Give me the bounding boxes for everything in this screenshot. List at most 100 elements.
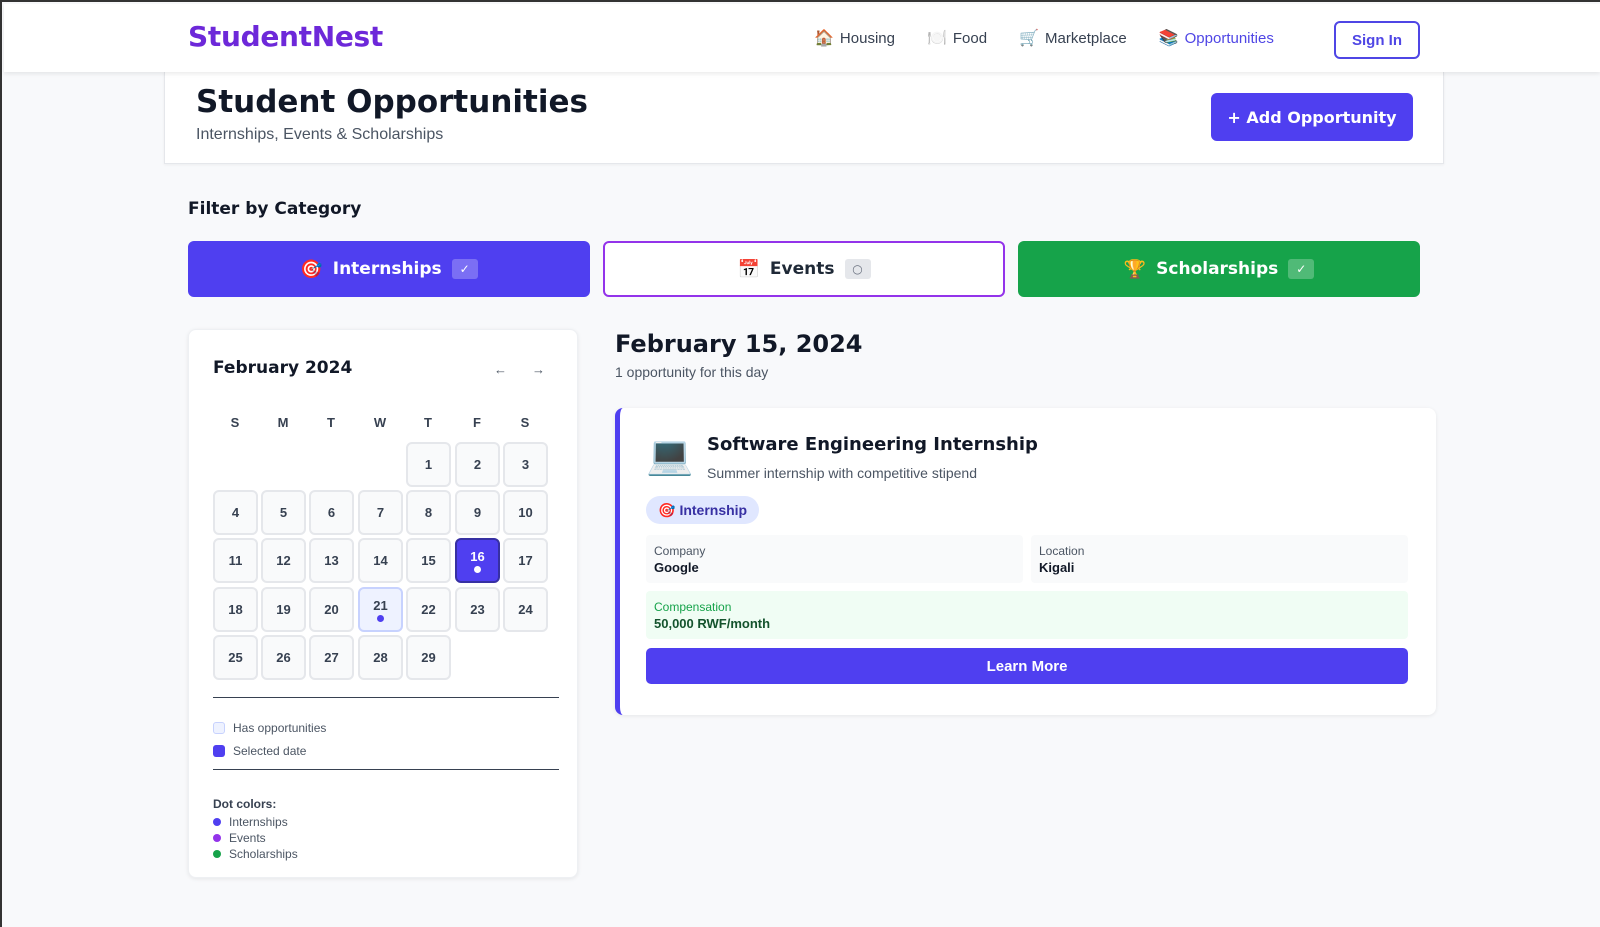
filter-internships-button[interactable]: 🎯 Internships ✓ bbox=[188, 241, 590, 297]
prev-month-arrow-icon[interactable]: ← bbox=[494, 362, 507, 377]
dot-legend-item: Internships bbox=[213, 815, 288, 829]
day-number: 23 bbox=[470, 602, 485, 617]
calendar-divider bbox=[213, 769, 559, 770]
color-dot bbox=[213, 834, 221, 842]
filter-events-button[interactable]: 📅 Events ○ bbox=[603, 241, 1005, 297]
filter-label: Events bbox=[769, 259, 835, 279]
books-icon: 📚 bbox=[1158, 30, 1179, 47]
day-number: 26 bbox=[276, 650, 291, 665]
navbar: StudentNest 🏠 Housing 🍽️ Food 🛒 Marketplace 📚 O… bbox=[4, 4, 1600, 72]
location-value: Kigali bbox=[1039, 560, 1075, 575]
calendar-day[interactable]: 23 bbox=[455, 587, 500, 632]
dot-legend-item: Scholarships bbox=[213, 847, 298, 861]
day-number: 27 bbox=[324, 650, 339, 665]
page-header: Student Opportunities Internships, Event… bbox=[164, 72, 1444, 164]
day-number: 24 bbox=[518, 602, 533, 617]
calendar-day[interactable]: 20 bbox=[309, 587, 354, 632]
compensation-value: 50,000 RWF/month bbox=[654, 616, 771, 631]
company-value: Google bbox=[654, 560, 699, 575]
calendar-day[interactable]: 1 bbox=[406, 442, 451, 487]
weekday-header: T bbox=[424, 415, 432, 430]
calendar-day[interactable]: 8 bbox=[406, 490, 451, 535]
calendar-day[interactable]: 29 bbox=[406, 635, 451, 680]
opportunity-title: Software Engineering Internship bbox=[707, 434, 1038, 455]
selected-date-title: February 15, 2024 bbox=[615, 330, 863, 358]
filter-check-icon: ✓ bbox=[451, 259, 478, 279]
day-number: 20 bbox=[324, 602, 339, 617]
day-number: 11 bbox=[228, 553, 243, 568]
nav-link-housing[interactable]: 🏠 Housing bbox=[814, 28, 895, 48]
sign-in-button[interactable]: Sign In bbox=[1334, 21, 1420, 59]
filter-title: Filter by Category bbox=[188, 199, 362, 219]
dot-legend-label: Events bbox=[229, 831, 266, 845]
calendar-day[interactable]: 24 bbox=[503, 587, 548, 632]
laptop-icon: 💻 bbox=[646, 435, 694, 477]
nav-link-opportunities[interactable]: 📚 Opportunities bbox=[1159, 28, 1274, 48]
opportunity-card[interactable]: 💻 Software Engineering Internship Summer… bbox=[615, 408, 1436, 715]
legend-has-opportunities: Has opportunities bbox=[213, 721, 326, 735]
color-dot bbox=[213, 818, 221, 826]
dot-legend-item: Events bbox=[213, 831, 266, 845]
filter-check-icon: ○ bbox=[844, 259, 871, 279]
location-info: Location Kigali bbox=[1031, 535, 1408, 583]
day-number: 25 bbox=[228, 650, 243, 665]
next-month-arrow-icon[interactable]: → bbox=[532, 362, 545, 377]
day-number: 3 bbox=[521, 457, 530, 472]
day-number: 14 bbox=[373, 553, 388, 568]
compensation-label: Compensation bbox=[654, 600, 732, 614]
calendar-day[interactable]: 12 bbox=[261, 538, 306, 583]
nav-link-food[interactable]: 🍽️ Food bbox=[927, 28, 987, 48]
day-number: 19 bbox=[276, 602, 291, 617]
filter-label: Scholarships bbox=[1156, 259, 1279, 279]
calendar-day[interactable]: 15 bbox=[406, 538, 451, 583]
day-number: 10 bbox=[518, 505, 533, 520]
day-number: 29 bbox=[421, 650, 436, 665]
calendar-day[interactable]: 25 bbox=[213, 635, 258, 680]
day-number: 2 bbox=[473, 457, 482, 472]
weekday-header: F bbox=[473, 415, 481, 430]
learn-more-button[interactable]: Learn More bbox=[646, 648, 1408, 684]
calendar-day[interactable]: 13 bbox=[309, 538, 354, 583]
calendar-day[interactable]: 17 bbox=[503, 538, 548, 583]
weekday-header: S bbox=[230, 415, 240, 430]
day-number: 28 bbox=[373, 650, 388, 665]
nav-link-label: Opportunities bbox=[1184, 29, 1274, 47]
calendar-day[interactable]: 19 bbox=[261, 587, 306, 632]
calendar-day[interactable]: 21 bbox=[358, 587, 403, 632]
calendar-day[interactable]: 2 bbox=[455, 442, 500, 487]
weekday-header: T bbox=[327, 415, 335, 430]
calendar-day[interactable]: 6 bbox=[309, 490, 354, 535]
page-title: Student Opportunities bbox=[196, 84, 588, 120]
brand-logo[interactable]: StudentNest bbox=[188, 20, 383, 53]
calendar-day[interactable]: 22 bbox=[406, 587, 451, 632]
nav-link-label: Housing bbox=[839, 29, 895, 47]
calendar-day[interactable]: 10 bbox=[503, 490, 548, 535]
legend-label: Has opportunities bbox=[233, 721, 327, 735]
opportunity-dot bbox=[474, 565, 481, 573]
calendar-day[interactable]: 4 bbox=[213, 490, 258, 535]
nav-link-marketplace[interactable]: 🛒 Marketplace bbox=[1019, 28, 1127, 48]
calendar-day[interactable]: 5 bbox=[261, 490, 306, 535]
dot-legend-label: Scholarships bbox=[229, 847, 298, 861]
calendar-day[interactable]: 18 bbox=[213, 587, 258, 632]
calendar-day[interactable]: 9 bbox=[455, 490, 500, 535]
calendar-day[interactable]: 16 bbox=[455, 538, 500, 583]
day-number: 6 bbox=[327, 505, 336, 520]
calendar-day[interactable]: 7 bbox=[358, 490, 403, 535]
day-number: 8 bbox=[424, 505, 433, 520]
calendar-day[interactable]: 27 bbox=[309, 635, 354, 680]
opportunity-count: 1 opportunity for this day bbox=[615, 364, 769, 380]
calendar-day[interactable]: 11 bbox=[213, 538, 258, 583]
day-number: 5 bbox=[279, 505, 288, 520]
calendar-day[interactable]: 3 bbox=[503, 442, 548, 487]
weekday-header: W bbox=[373, 415, 387, 430]
dot-colors-title: Dot colors: bbox=[213, 797, 277, 811]
add-opportunity-button[interactable]: + Add Opportunity bbox=[1211, 93, 1413, 141]
filter-scholarships-button[interactable]: 🏆 Scholarships ✓ bbox=[1018, 241, 1420, 297]
calendar-day[interactable]: 26 bbox=[261, 635, 306, 680]
calendar-day[interactable]: 14 bbox=[358, 538, 403, 583]
day-number: 13 bbox=[324, 553, 339, 568]
calendar-day[interactable]: 28 bbox=[358, 635, 403, 680]
day-number: 17 bbox=[518, 553, 533, 568]
calendar-month-label: February 2024 bbox=[213, 358, 353, 378]
